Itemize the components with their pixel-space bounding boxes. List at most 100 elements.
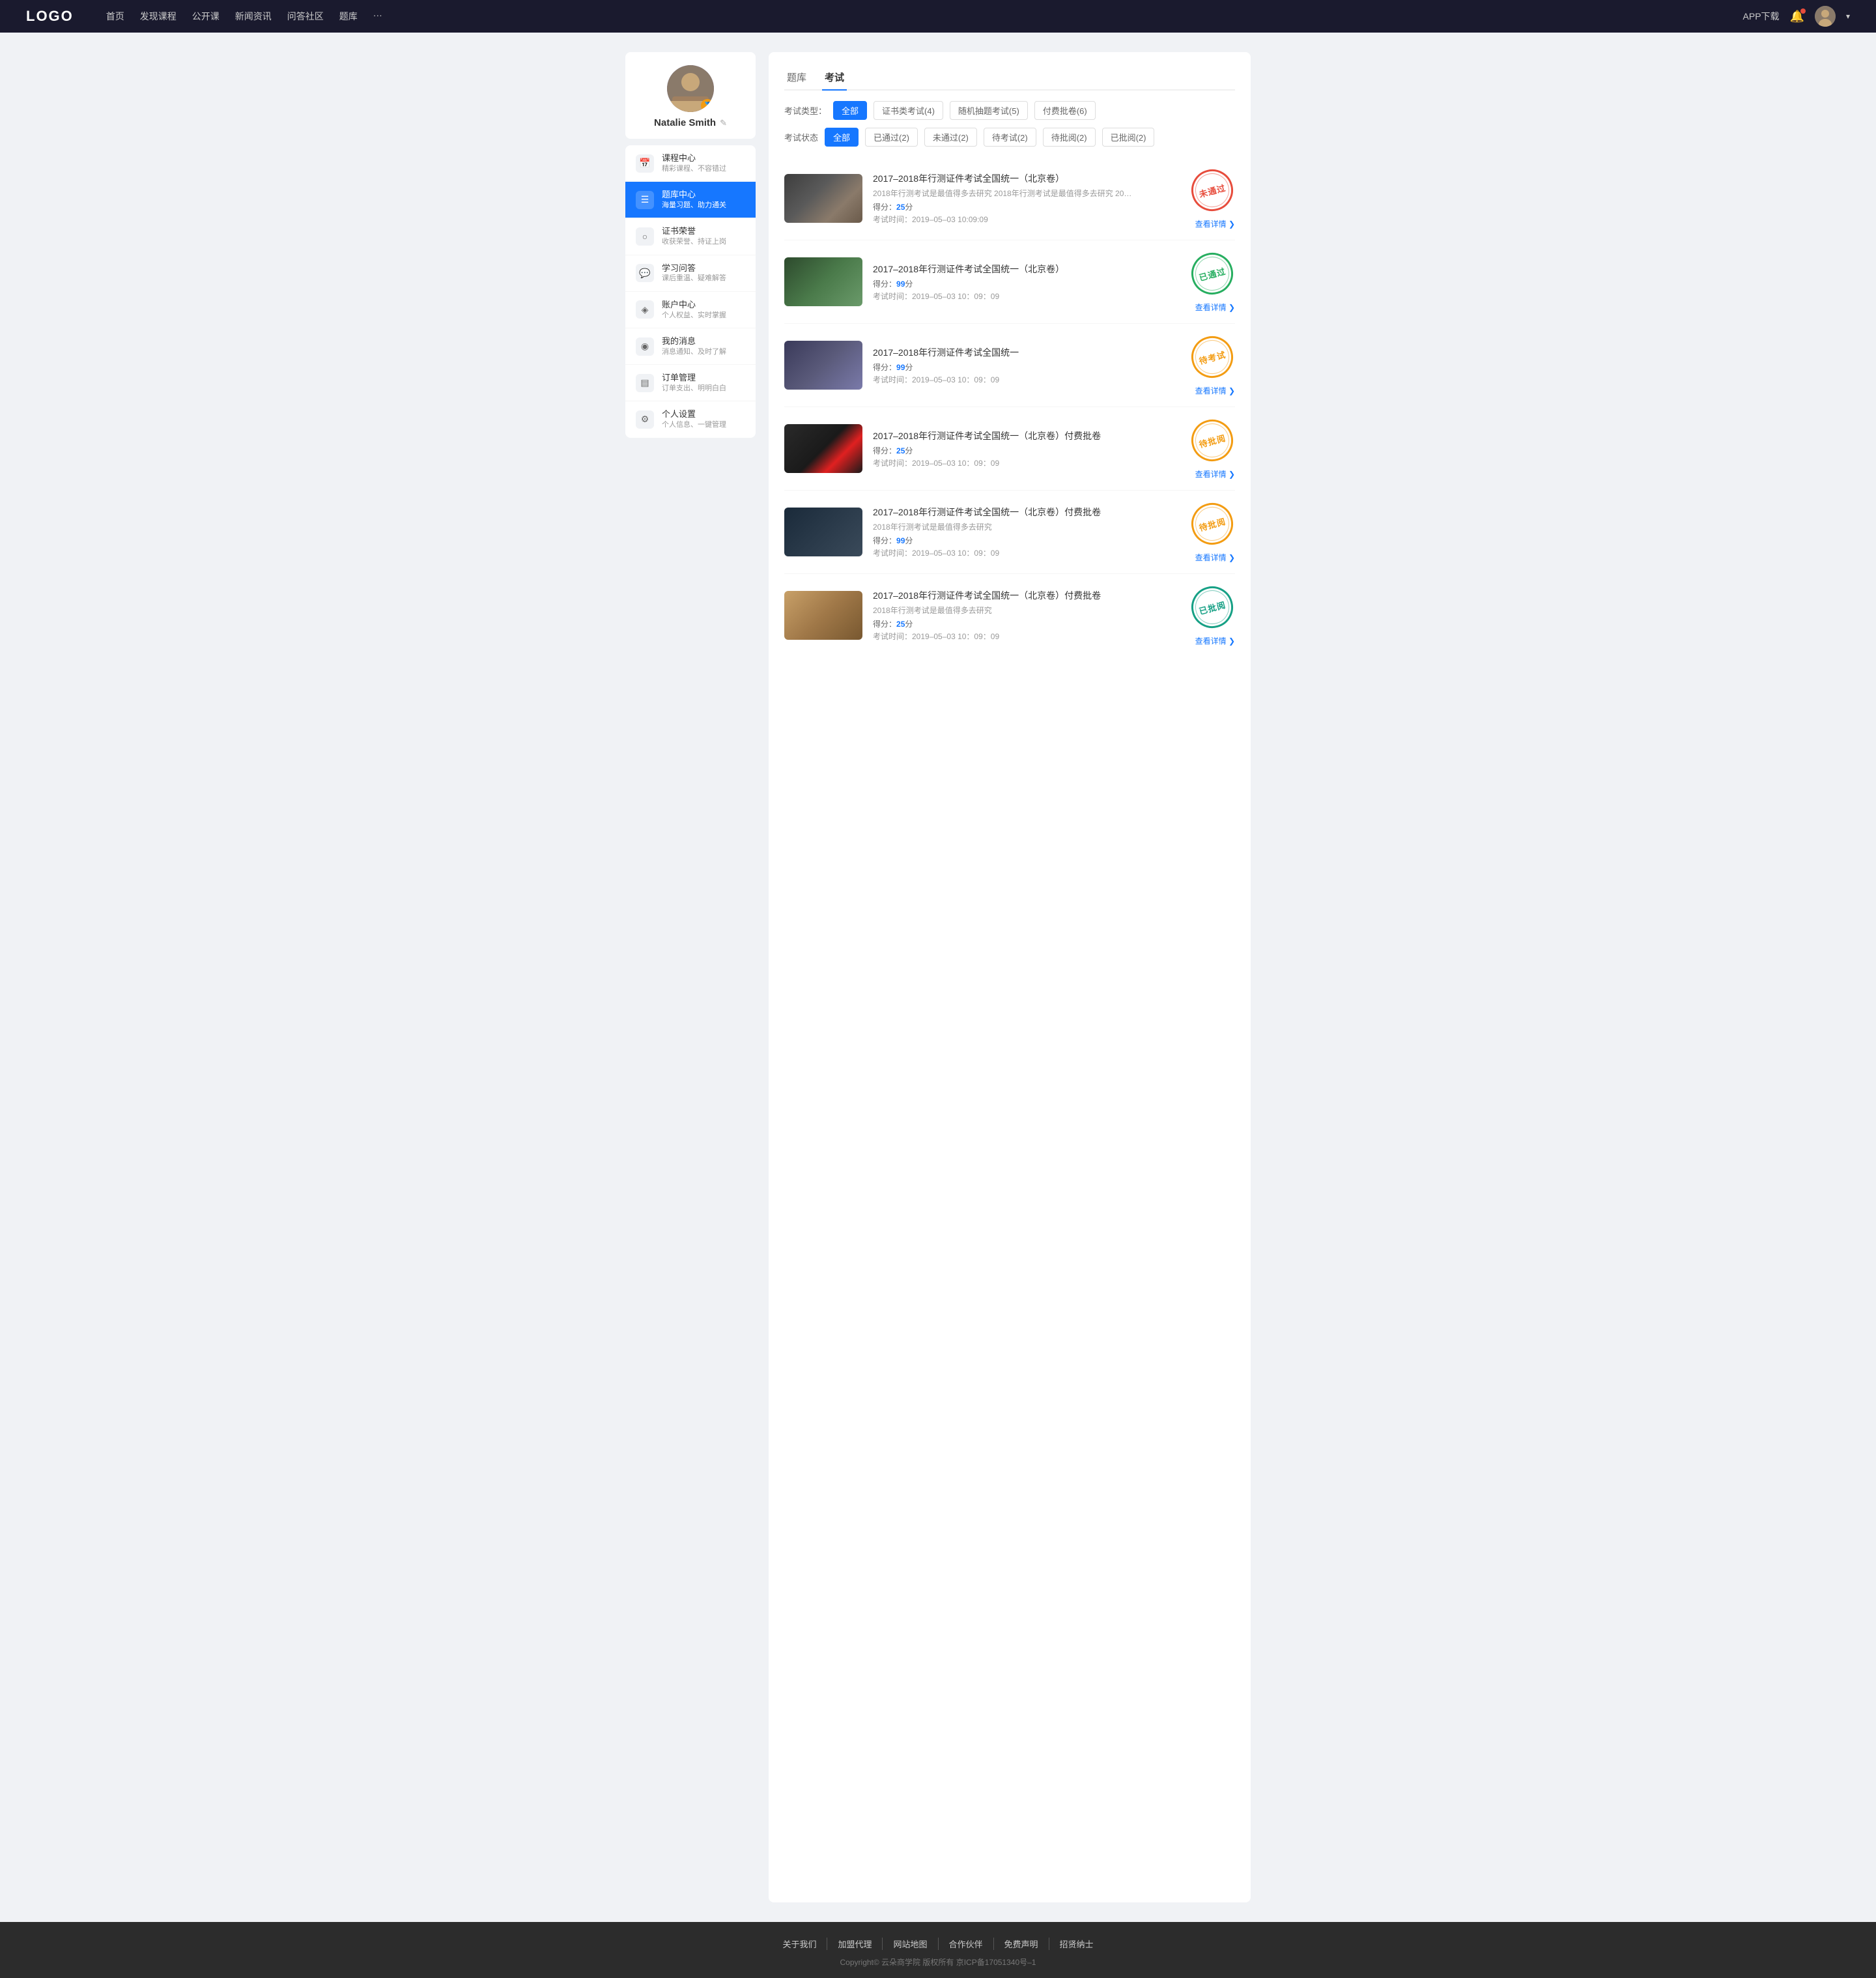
exam-right-1: 未通过 查看详情 ❯: [1189, 167, 1235, 229]
user-avatar[interactable]: [1815, 6, 1836, 27]
sidebar-item-messages[interactable]: ◉ 我的消息 消息通知、及时了解: [625, 328, 756, 365]
status-filter-failed[interactable]: 未通过(2): [924, 128, 977, 147]
exam-time-4: 考试时间：2019–05–03 10：09：09: [873, 457, 1179, 468]
exam-title-6: 2017–2018年行测证件考试全国统一（北京卷）付费批卷: [873, 589, 1179, 602]
top-tabs: 题库考试: [784, 65, 1235, 91]
exam-info-3: 2017–2018年行测证件考试全国统一 得分：99分 考试时间：2019–05…: [873, 346, 1179, 385]
type-filter-row: 考试类型： 全部证书类考试(4) 随机抽题考试(5) 付费批卷(6): [784, 101, 1235, 120]
sidebar-title-certificate: 证书荣誉: [662, 226, 745, 237]
footer-links: 关于我们加盟代理网站地图合作伙伴免费声明招贤纳士: [13, 1938, 1863, 1950]
profile-edit-icon[interactable]: ✎: [720, 118, 727, 128]
footer-link-jobs[interactable]: 招贤纳士: [1049, 1938, 1104, 1950]
sidebar-icon-messages: ◉: [636, 337, 654, 356]
exam-right-3: 待考试 查看详情 ❯: [1189, 334, 1235, 396]
content-area: 题库考试 考试类型： 全部证书类考试(4) 随机抽题考试(5) 付费批卷(6) 考试…: [769, 52, 1251, 1902]
nav-link-discover[interactable]: 发现课程: [140, 10, 177, 23]
exam-thumb-3: [784, 341, 862, 390]
exam-stamp-2: 已通过: [1187, 248, 1238, 299]
sidebar-item-orders[interactable]: ▤ 订单管理 订单支出、明明白白: [625, 365, 756, 401]
exam-list: 2017–2018年行测证件考试全国统一（北京卷） 2018年行测考试是最值得多…: [784, 157, 1235, 657]
exam-thumb-4: [784, 424, 862, 473]
exam-detail-link-5[interactable]: 查看详情 ❯: [1195, 552, 1235, 563]
user-menu-chevron[interactable]: ▾: [1846, 12, 1850, 21]
exam-detail-link-3[interactable]: 查看详情 ❯: [1195, 385, 1235, 396]
sidebar-menu: 📅 课程中心 精彩课程、不容错过 ☰ 题库中心 海量习题、助力通关 ○ 证书荣誉…: [625, 145, 756, 438]
status-filter-pending[interactable]: 待考试(2): [984, 128, 1036, 147]
exam-detail-link-6[interactable]: 查看详情 ❯: [1195, 635, 1235, 646]
exam-stamp-5: 待批阅: [1187, 498, 1238, 549]
exam-detail-link-4[interactable]: 查看详情 ❯: [1195, 468, 1235, 480]
sidebar-title-orders: 订单管理: [662, 373, 745, 384]
type-filter-all[interactable]: 全部: [833, 101, 867, 120]
exam-desc-1: 2018年行测考试是最值得多去研究 2018年行测考试是最值得多去研究 2018…: [873, 188, 1133, 199]
status-filter-wait-review[interactable]: 待批阅(2): [1043, 128, 1096, 147]
footer-link-about[interactable]: 关于我们: [772, 1938, 827, 1950]
type-filter-random[interactable]: 随机抽题考试(5): [950, 101, 1028, 120]
tab-question-bank-tab[interactable]: 题库: [784, 65, 809, 89]
exam-info-4: 2017–2018年行测证件考试全国统一（北京卷）付费批卷 得分：25分 考试时…: [873, 429, 1179, 468]
notification-bell[interactable]: 🔔: [1790, 10, 1804, 23]
exam-right-4: 待批阅 查看详情 ❯: [1189, 418, 1235, 480]
status-filter-all[interactable]: 全部: [825, 128, 859, 147]
exam-score-value-5: 99: [896, 536, 905, 545]
logo[interactable]: LOGO: [26, 8, 74, 25]
exam-time-1: 考试时间：2019–05–03 10:09:09: [873, 214, 1179, 225]
nav-link-qbank[interactable]: 题库: [339, 10, 358, 23]
navbar: LOGO 首页 发现课程 公开课 新闻资讯 问答社区 题库 ··· APP下载 🔔 ▾: [0, 0, 1876, 33]
profile-badge: 🏅: [701, 99, 714, 112]
nav-link-qa[interactable]: 问答社区: [287, 10, 324, 23]
status-filter-reviewed[interactable]: 已批阅(2): [1102, 128, 1155, 147]
exam-time-3: 考试时间：2019–05–03 10：09：09: [873, 374, 1179, 385]
exam-item-5: 2017–2018年行测证件考试全国统一（北京卷）付费批卷 2018年行测考试是…: [784, 491, 1235, 574]
exam-score-value-1: 25: [896, 203, 905, 212]
app-download-link[interactable]: APP下载: [1743, 10, 1780, 23]
status-filter-row: 考试状态 全部已通过(2) 未通过(2) 待考试(2) 待批阅(2) 已批阅(2): [784, 128, 1235, 147]
exam-status-4: 待批阅: [1189, 418, 1235, 463]
sidebar-subtitle-orders: 订单支出、明明白白: [662, 384, 745, 393]
exam-thumb-1: [784, 174, 862, 223]
status-filter-passed[interactable]: 已通过(2): [865, 128, 918, 147]
profile-avatar[interactable]: 🏅: [667, 65, 714, 112]
exam-thumb-5: [784, 508, 862, 556]
tab-exam-tab[interactable]: 考试: [822, 65, 847, 89]
exam-status-5: 待批阅: [1189, 501, 1235, 547]
sidebar-item-study-qa[interactable]: 💬 学习问答 课后重温、疑难解答: [625, 255, 756, 292]
sidebar-item-settings[interactable]: ⚙ 个人设置 个人信息、一键管理: [625, 401, 756, 437]
sidebar-item-question-bank[interactable]: ☰ 题库中心 海量习题、助力通关: [625, 182, 756, 218]
sidebar-profile: 🏅 Natalie Smith ✎: [625, 52, 756, 139]
sidebar-title-course-center: 课程中心: [662, 153, 745, 164]
exam-thumb-inner-3: [784, 341, 862, 390]
footer-link-sitemap[interactable]: 网站地图: [883, 1938, 938, 1950]
exam-item-6: 2017–2018年行测证件考试全国统一（北京卷）付费批卷 2018年行测考试是…: [784, 574, 1235, 657]
exam-score-value-2: 99: [896, 280, 905, 289]
exam-item-2: 2017–2018年行测证件考试全国统一（北京卷） 得分：99分 考试时间：20…: [784, 240, 1235, 324]
avatar-image: [1815, 6, 1836, 27]
sidebar-item-course-center[interactable]: 📅 课程中心 精彩课程、不容错过: [625, 145, 756, 182]
profile-name: Natalie Smith: [654, 117, 716, 128]
nav-link-more[interactable]: ···: [373, 10, 382, 23]
type-filter-certificate[interactable]: 证书类考试(4): [874, 101, 943, 120]
sidebar-item-certificate[interactable]: ○ 证书荣誉 收获荣誉、持证上岗: [625, 218, 756, 255]
nav-link-opencourse[interactable]: 公开课: [192, 10, 220, 23]
footer-link-agent[interactable]: 加盟代理: [827, 1938, 883, 1950]
exam-detail-link-2[interactable]: 查看详情 ❯: [1195, 302, 1235, 313]
footer-link-partners[interactable]: 合作伙伴: [939, 1938, 994, 1950]
exam-status-6: 已批阅: [1189, 584, 1235, 630]
nav-links: 首页 发现课程 公开课 新闻资讯 问答社区 题库 ···: [106, 10, 1724, 23]
nav-link-news[interactable]: 新闻资讯: [235, 10, 272, 23]
exam-score-5: 得分：99分: [873, 535, 1179, 546]
status-filter-label: 考试状态: [784, 131, 818, 143]
footer-link-disclaimer[interactable]: 免费声明: [994, 1938, 1049, 1950]
sidebar-subtitle-messages: 消息通知、及时了解: [662, 347, 745, 356]
exam-detail-link-1[interactable]: 查看详情 ❯: [1195, 218, 1235, 229]
exam-thumb-inner-1: [784, 174, 862, 223]
sidebar-title-question-bank: 题库中心: [662, 190, 745, 201]
sidebar-item-account[interactable]: ◈ 账户中心 个人权益、实时掌握: [625, 292, 756, 328]
type-filter-label: 考试类型：: [784, 104, 827, 117]
exam-title-2: 2017–2018年行测证件考试全国统一（北京卷）: [873, 263, 1179, 276]
nav-link-home[interactable]: 首页: [106, 10, 124, 23]
sidebar-subtitle-question-bank: 海量习题、助力通关: [662, 201, 745, 210]
exam-info-5: 2017–2018年行测证件考试全国统一（北京卷）付费批卷 2018年行测考试是…: [873, 506, 1179, 558]
type-filter-paid[interactable]: 付费批卷(6): [1034, 101, 1096, 120]
sidebar-icon-study-qa: 💬: [636, 264, 654, 282]
